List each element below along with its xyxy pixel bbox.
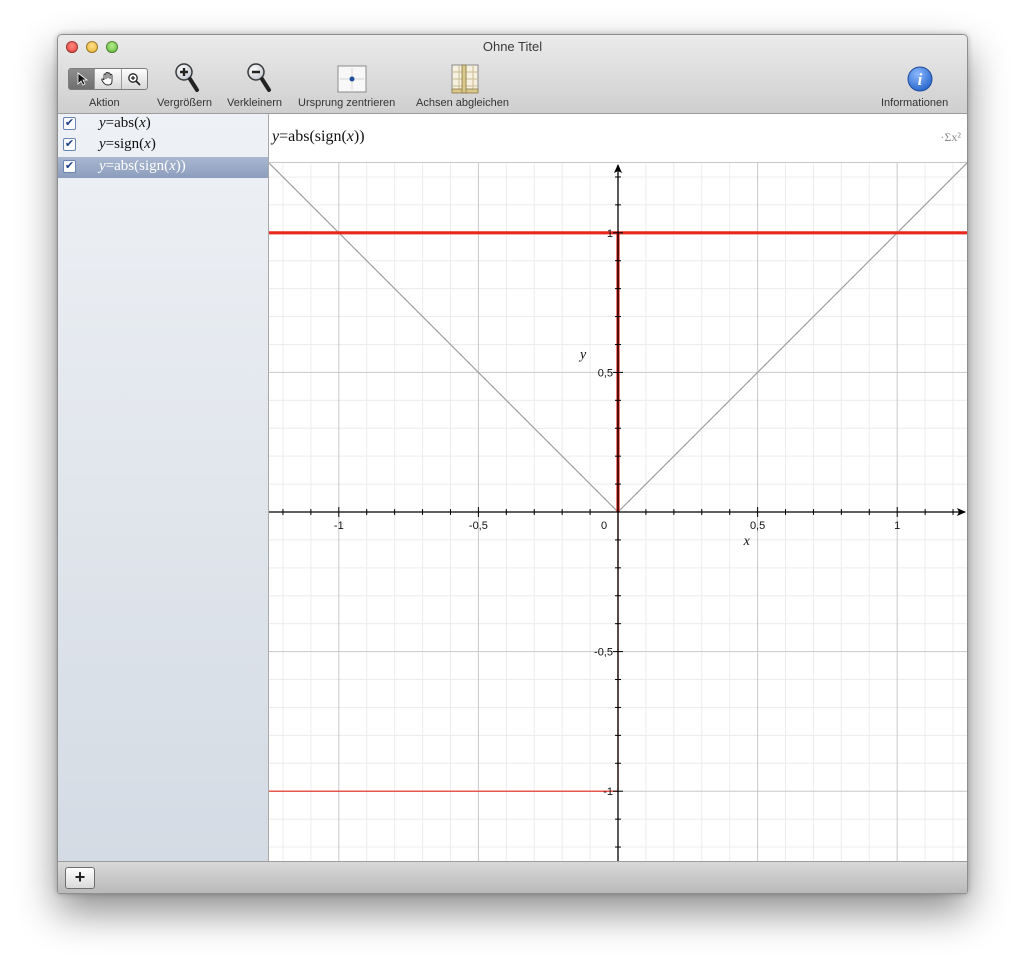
formula-palette-button[interactable]: ·Σx² xyxy=(940,130,961,145)
y-tick-label: 0,5 xyxy=(598,367,613,379)
center-origin-button[interactable] xyxy=(337,65,367,98)
align-axes-icon xyxy=(451,64,479,94)
y-axis-label: y xyxy=(578,347,587,362)
equation-label: y=abs(sign(x)) xyxy=(99,158,186,174)
add-equation-button[interactable]: + xyxy=(65,867,95,889)
equation-visible-checkbox[interactable]: ✔ xyxy=(63,117,76,130)
y-tick-label: -0,5 xyxy=(594,647,613,659)
info-label: Informationen xyxy=(881,97,949,109)
equation-label: y=abs(x) xyxy=(99,115,151,131)
title-bar: Ohne Titel Aktion Vergrößern Verkleinern… xyxy=(58,35,967,114)
magnifier-plus-icon xyxy=(128,73,141,86)
aktion-label: Aktion xyxy=(89,97,120,109)
y-tick-label: 1 xyxy=(607,228,613,240)
zoom-out-icon xyxy=(247,63,271,92)
zoom-in-button[interactable] xyxy=(174,62,200,99)
equation-label: y=sign(x) xyxy=(99,136,156,152)
hand-tool-button[interactable] xyxy=(95,69,122,89)
graph-area[interactable]: -1 -0,5 0 0,5 1 1 0,5 -0,5 -1 x y xyxy=(269,163,967,861)
zoom-out-label: Verkleinern xyxy=(227,97,283,109)
x-axis-label: x xyxy=(743,534,751,549)
x-tick-label: 0 xyxy=(601,520,607,532)
svg-text:i: i xyxy=(918,70,923,89)
zoom-in-label: Vergrößern xyxy=(157,97,213,109)
x-tick-label: -0,5 xyxy=(469,520,488,532)
equation-visible-checkbox[interactable]: ✔ xyxy=(63,160,76,173)
arrow-tool-button[interactable] xyxy=(69,69,96,89)
equation-item-selected[interactable]: ✔ y=abs(sign(x)) xyxy=(58,157,268,178)
zoom-tool-button[interactable] xyxy=(122,69,147,89)
app-window: Ohne Titel Aktion Vergrößern Verkleinern… xyxy=(57,34,968,894)
arrow-cursor-icon xyxy=(77,72,88,86)
equation-input[interactable]: y=abs(sign(x)) xyxy=(272,128,365,146)
zoom-out-button[interactable] xyxy=(246,62,272,99)
center-origin-label: Ursprung zentrieren xyxy=(298,97,396,109)
equation-item[interactable]: ✔ y=abs(x) xyxy=(58,114,268,135)
x-tick-label: 0,5 xyxy=(750,520,765,532)
y-tick-label: -1 xyxy=(603,786,613,798)
equation-list: ✔ y=abs(x) ✔ y=sign(x) ✔ y=abs(sign(x)) xyxy=(58,114,269,861)
action-segmented-control[interactable] xyxy=(68,68,148,90)
align-axes-label: Achsen abgleichen xyxy=(416,97,509,109)
equation-item[interactable]: ✔ y=sign(x) xyxy=(58,135,268,156)
align-axes-button[interactable] xyxy=(450,63,480,100)
info-button[interactable]: i xyxy=(907,66,933,97)
zoom-in-icon xyxy=(175,63,199,92)
equation-editor[interactable]: y=abs(sign(x)) ·Σx² xyxy=(269,114,967,163)
function-plot[interactable]: -1 -0,5 0 0,5 1 1 0,5 -0,5 -1 x y xyxy=(269,163,967,861)
x-tick-label: -1 xyxy=(334,520,344,532)
info-icon: i xyxy=(907,66,933,92)
center-origin-icon xyxy=(337,65,367,93)
equation-visible-checkbox[interactable]: ✔ xyxy=(63,138,76,151)
window-title: Ohne Titel xyxy=(482,39,543,54)
x-tick-label: 1 xyxy=(894,520,900,532)
bottom-bar: + xyxy=(58,861,967,893)
hand-icon xyxy=(101,72,113,86)
